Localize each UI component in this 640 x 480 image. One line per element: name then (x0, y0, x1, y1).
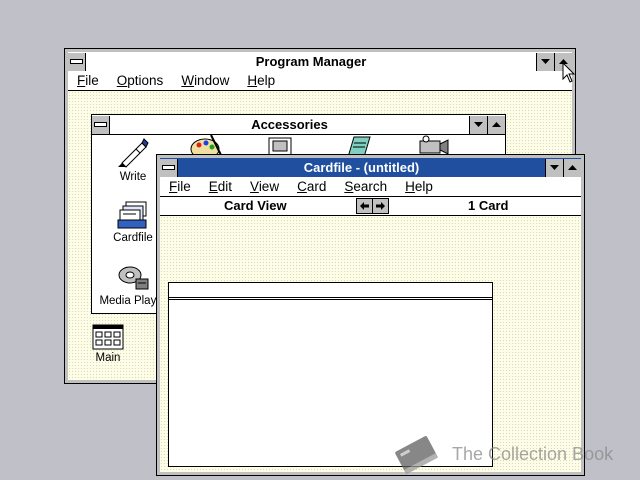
program-manager-titlebar[interactable]: Program Manager (68, 52, 572, 72)
accessories-titlebar[interactable]: Accessories (92, 115, 505, 135)
card-view-label: Card View (224, 198, 287, 213)
maximize-arrow-icon (568, 164, 577, 170)
menu-search[interactable]: Search (344, 179, 387, 194)
system-menu-icon (94, 122, 107, 127)
cardfile-maximize-button[interactable] (563, 158, 581, 177)
minimize-arrow-icon (474, 121, 483, 127)
menu-help[interactable]: Help (247, 73, 275, 88)
book-logo-icon (395, 436, 439, 475)
menu-view[interactable]: View (250, 179, 279, 194)
menu-card[interactable]: Card (297, 179, 326, 194)
menu-options[interactable]: Options (117, 73, 164, 88)
right-arrow-icon (376, 202, 385, 210)
minimize-arrow-icon (550, 164, 559, 170)
minimize-arrow-icon (541, 58, 550, 64)
main-group-icon-item[interactable]: Main (73, 324, 143, 364)
program-group-icon (92, 324, 124, 350)
program-manager-title: Program Manager (255, 54, 367, 69)
cardfile-titlebar[interactable]: Cardfile - (untitled) (160, 158, 581, 178)
mouse-cursor-icon (562, 62, 576, 83)
card-scroll-buttons (356, 198, 389, 214)
cardfile-statusbar: Card View 1 Card (160, 197, 581, 216)
menu-file[interactable]: File (169, 179, 191, 194)
maximize-arrow-icon (492, 121, 501, 127)
menu-window[interactable]: Window (181, 73, 229, 88)
program-manager-menubar: File Options Window Help (68, 71, 572, 91)
accessories-title: Accessories (251, 117, 328, 132)
cardfile-menubar: File Edit View Card Search Help (160, 177, 581, 197)
watermark-text: The Collection Book (452, 443, 614, 464)
cardfile-system-menu-button[interactable] (160, 158, 178, 177)
menu-edit[interactable]: Edit (209, 179, 232, 194)
card-index-line[interactable] (169, 283, 492, 300)
menu-file[interactable]: File (77, 73, 99, 88)
media-player-icon (118, 266, 149, 290)
watermark: The Collection Book (388, 432, 613, 476)
cardfile-icon (117, 201, 147, 229)
card-count: 1 Card (468, 198, 509, 213)
menu-help[interactable]: Help (405, 179, 433, 194)
accessories-maximize-button[interactable] (487, 115, 505, 134)
cardfile-minimize-button[interactable] (545, 158, 563, 177)
main-group-label: Main (95, 352, 121, 364)
cardfile-window: Cardfile - (untitled) File Edit View Car… (156, 154, 585, 476)
system-menu-button[interactable] (68, 52, 86, 71)
previous-card-button[interactable] (356, 198, 373, 214)
accessories-minimize-button[interactable] (469, 115, 487, 134)
left-arrow-icon (360, 202, 369, 210)
system-menu-icon (70, 59, 83, 64)
cardfile-title: Cardfile - (untitled) (303, 160, 420, 175)
accessories-system-menu-button[interactable] (92, 115, 110, 134)
write-pen-icon (118, 138, 149, 168)
system-menu-icon (162, 165, 175, 170)
next-card-button[interactable] (373, 198, 389, 214)
minimize-button[interactable] (536, 52, 554, 71)
